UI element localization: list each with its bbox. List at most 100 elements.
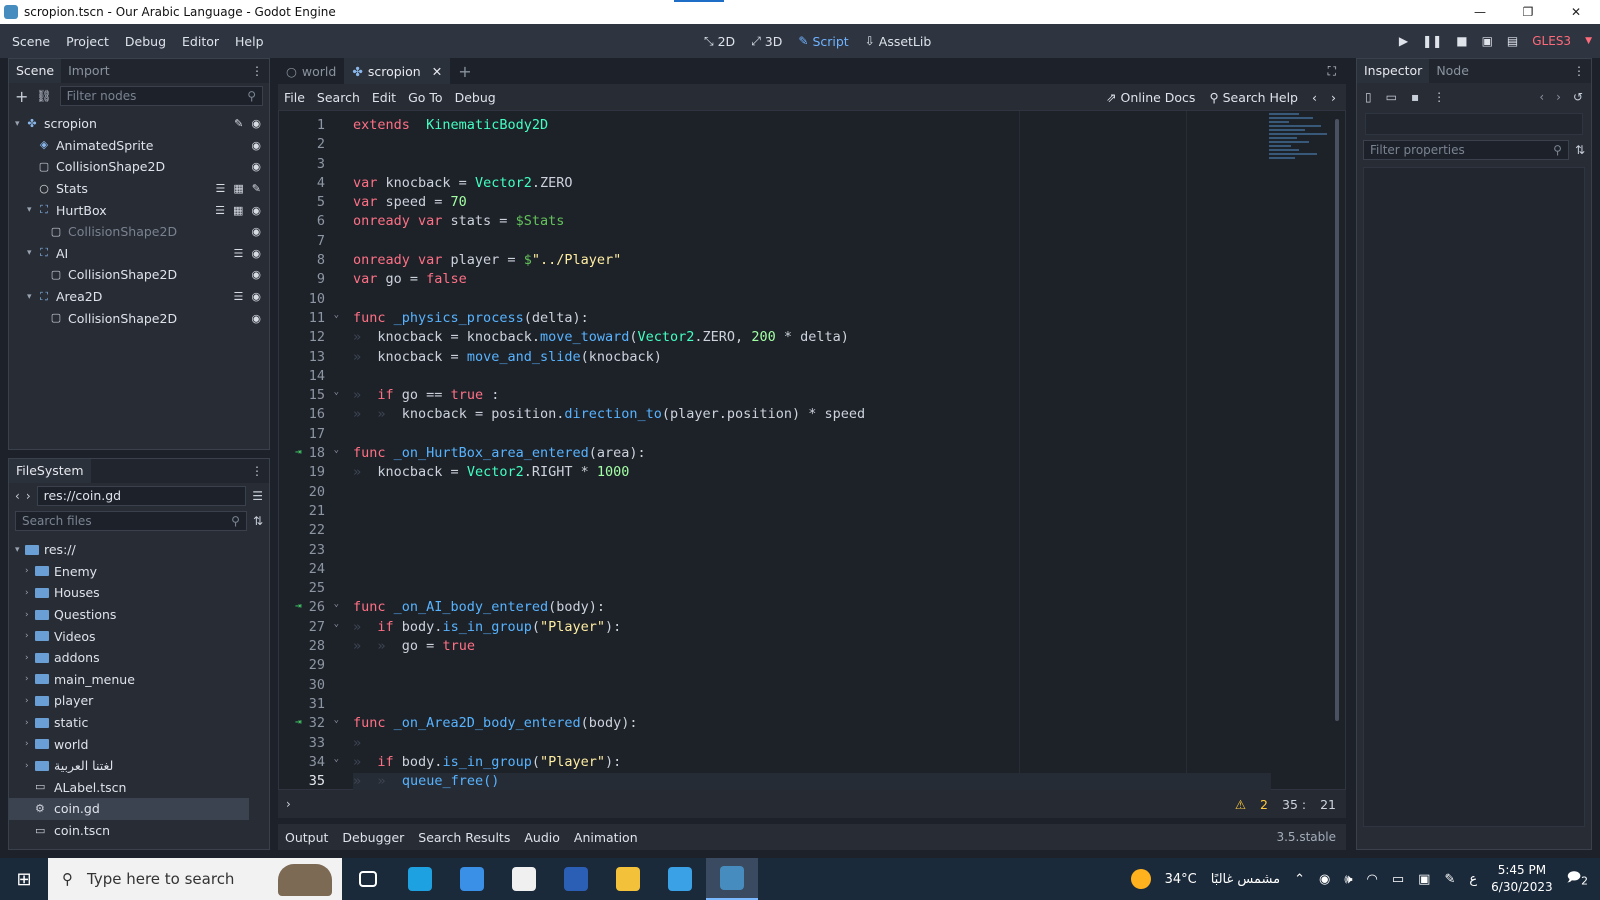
scene-instance-icon[interactable]: ▦ [233,182,243,195]
record-icon[interactable]: ◉ [1319,872,1330,887]
notifications-icon[interactable]: 🗩2 [1567,868,1588,890]
folder-item[interactable]: › addons [9,647,269,669]
code-line[interactable]: func _on_Area2D_body_entered(body): [353,715,1271,734]
scene-tree-node[interactable]: ○ Stats ☰ ▦ ✎ [9,178,269,200]
scene-tree-node[interactable]: ▢ CollisionShape2D ◉ [9,307,269,329]
code-line[interactable] [353,156,1271,175]
code-line[interactable]: onready var player = $"../Player" [353,252,1271,271]
signal-connection-icon[interactable]: ⇥ [295,715,302,728]
code-line[interactable]: func _physics_process(delta): [353,310,1271,329]
weather-sun-icon[interactable] [1130,869,1151,889]
folder-item[interactable]: › لغتنا العربية [9,755,269,777]
warning-count[interactable]: 2 [1260,797,1268,812]
folder-item[interactable]: › Enemy [9,561,269,583]
code-line[interactable]: » if body.is_in_group("Player"): [353,754,1271,773]
folder-item[interactable]: › Houses [9,582,269,604]
bottom-tab-animation[interactable]: Animation [567,830,645,845]
script-menu-edit[interactable]: Edit [366,90,402,105]
code-line[interactable] [353,368,1271,387]
code-line[interactable] [353,561,1271,580]
signal-icon[interactable]: ☰ [234,290,244,303]
folder-item[interactable]: › Videos [9,625,269,647]
scene-tree-node[interactable]: ▾ ⛶ Area2D ☰ ◉ [9,286,269,308]
code-line[interactable] [353,696,1271,715]
stop-icon[interactable]: ■ [1456,34,1467,48]
code-line[interactable] [353,291,1271,310]
scene-tree-node[interactable]: ▾ ✤ scropion ✎ ◉ [9,113,269,135]
code-line[interactable]: » if body.is_in_group("Player"): [353,619,1271,638]
play-scene-icon[interactable]: ▣ [1482,34,1493,48]
menu-help[interactable]: Help [227,34,272,49]
taskbar-app-file-explorer[interactable] [602,858,654,900]
taskbar-app-store[interactable] [498,858,550,900]
code-line[interactable] [353,657,1271,676]
dock-menu-icon[interactable]: ⋮ [1573,64,1585,78]
signal-icon[interactable]: ☰ [216,182,226,195]
clock[interactable]: 5:45 PM 6/30/2023 [1491,862,1553,896]
code-line[interactable]: var knocback = Vector2.ZERO [353,175,1271,194]
bottom-tab-audio[interactable]: Audio [517,830,567,845]
add-node-icon[interactable]: + [15,87,28,106]
script-menu-debug[interactable]: Debug [449,90,502,105]
menu-editor[interactable]: Editor [174,34,227,49]
weather-temp[interactable]: 34°C [1165,872,1197,887]
chevron-right-icon[interactable]: › [25,610,35,620]
save-icon[interactable]: ▪ [1411,90,1419,104]
code-line[interactable]: extends KinematicBody2D [353,117,1271,136]
history-icon[interactable]: ↺ [1573,90,1583,104]
chevron-right-icon[interactable]: › [25,739,35,749]
scene-tree-node[interactable]: ▢ CollisionShape2D ◉ [9,264,269,286]
distraction-free-icon[interactable]: ⛶ [1328,64,1336,79]
scene-tab-scropion[interactable]: ✤ scropion ✕ [344,58,451,84]
code-line[interactable] [353,542,1271,561]
code-line[interactable] [353,426,1271,445]
fold-arrow-icon[interactable]: ⌄ [334,310,339,320]
code-line[interactable] [353,677,1271,696]
code-line[interactable]: » if go == true : [353,387,1271,406]
tab-scene[interactable]: Scene [9,59,62,83]
code-line[interactable]: » knocback = Vector2.RIGHT * 1000 [353,464,1271,483]
search-help-button[interactable]: ⚲ Search Help [1209,90,1298,105]
fold-arrow-icon[interactable]: ⌄ [334,619,339,629]
chevron-right-icon[interactable]: › [25,674,35,684]
taskbar-app-task-view[interactable] [342,858,394,900]
signal-icon[interactable]: ☰ [215,204,225,217]
sort-icon[interactable]: ⇅ [1575,143,1585,157]
play-icon[interactable]: ▶ [1399,34,1408,48]
taskbar-app-edge[interactable] [394,858,446,900]
app-tray-icon[interactable]: ▣ [1418,872,1430,887]
chevron-right-icon[interactable]: › [25,566,35,576]
code-line[interactable] [353,580,1271,599]
chevron-down-icon[interactable]: ▾ [15,545,25,555]
code-line[interactable]: » » go = true [353,638,1271,657]
pen-icon[interactable]: ✎ [1444,872,1455,887]
tab-node[interactable]: Node [1429,59,1476,83]
script-icon[interactable]: ✎ [252,182,261,195]
code-minimap[interactable] [1269,111,1333,197]
fold-arrow-icon[interactable]: ⌄ [334,445,339,455]
back-icon[interactable]: ‹ [15,489,20,503]
tab-import[interactable]: Import [61,59,117,83]
workspace-3d-button[interactable]: ⤢ 3D [751,34,782,49]
dock-menu-icon[interactable]: ⋮ [251,64,263,78]
battery-icon[interactable]: ▭ [1392,872,1404,887]
windows-start-icon[interactable]: ⊞ [0,869,48,890]
scene-tree-node[interactable]: ▢ CollisionShape2D ◉ [9,156,269,178]
menu-scene[interactable]: Scene [4,34,58,49]
bottom-tab-search-results[interactable]: Search Results [411,830,517,845]
taskbar-app-godot[interactable] [706,858,758,900]
code-line[interactable]: » » knocback = position.direction_to(pla… [353,406,1271,425]
menu-debug[interactable]: Debug [117,34,174,49]
folder-item[interactable]: › world [9,733,269,755]
folder-item[interactable]: › main_menue [9,669,269,691]
code-line[interactable] [353,233,1271,252]
folder-item[interactable]: › player [9,690,269,712]
minimize-button[interactable]: — [1456,0,1504,24]
code-line[interactable]: var go = false [353,271,1271,290]
more-options-icon[interactable]: ⋮ [1433,90,1445,104]
fold-arrow-icon[interactable]: ⌄ [334,599,339,609]
chevron-up-icon[interactable]: ⌃ [1294,872,1305,887]
folder-item[interactable]: › static [9,712,269,734]
chevron-right-icon[interactable]: › [25,718,35,728]
dock-menu-icon[interactable]: ⋮ [251,464,263,478]
